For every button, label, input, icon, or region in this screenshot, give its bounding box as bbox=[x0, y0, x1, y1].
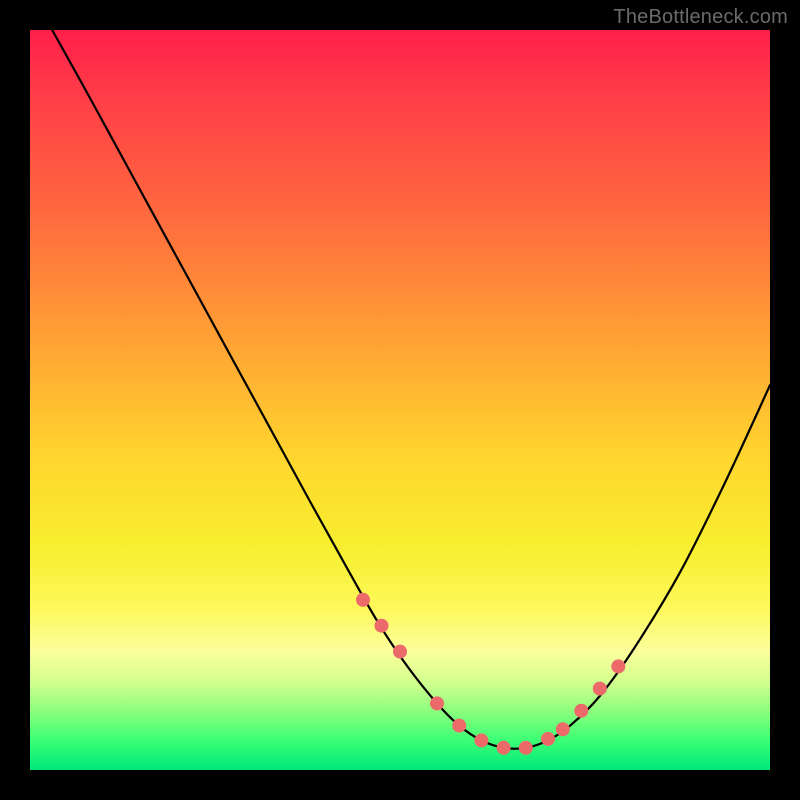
highlight-dot bbox=[393, 645, 407, 659]
highlight-dot bbox=[541, 732, 555, 746]
watermark-text: TheBottleneck.com bbox=[613, 6, 788, 29]
highlight-dot bbox=[593, 682, 607, 696]
chart-svg bbox=[30, 30, 770, 770]
highlight-dot bbox=[519, 741, 533, 755]
highlight-dot bbox=[430, 696, 444, 710]
highlight-dot bbox=[375, 619, 389, 633]
bottleneck-curve bbox=[52, 30, 770, 749]
highlight-dot bbox=[452, 719, 466, 733]
highlight-dot bbox=[556, 722, 570, 736]
highlight-dot bbox=[356, 593, 370, 607]
highlight-dot bbox=[474, 733, 488, 747]
highlight-dot bbox=[611, 659, 625, 673]
highlight-dots-group bbox=[356, 593, 625, 755]
chart-stage: TheBottleneck.com bbox=[0, 0, 800, 800]
highlight-dot bbox=[497, 741, 511, 755]
highlight-dot bbox=[574, 704, 588, 718]
